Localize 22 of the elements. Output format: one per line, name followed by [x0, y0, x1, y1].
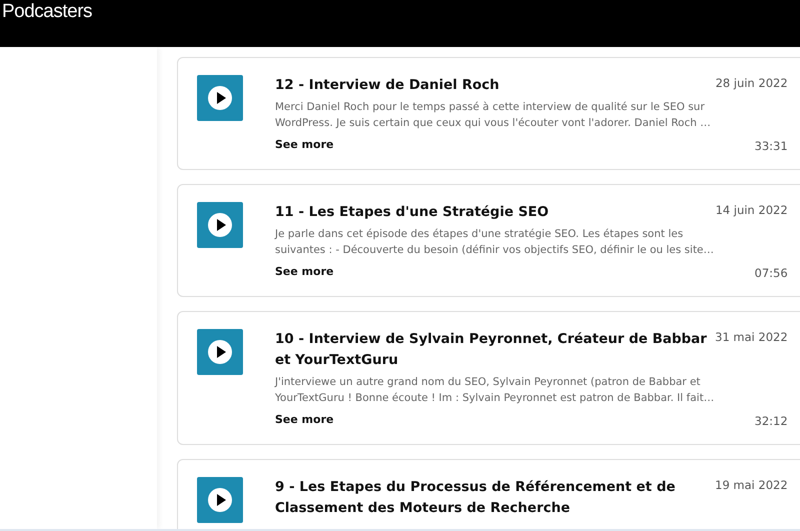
episode-date: 19 mai 2022: [715, 477, 788, 494]
play-icon[interactable]: [207, 85, 233, 111]
episode-date: 14 juin 2022: [715, 202, 788, 219]
see-more-link[interactable]: See more: [275, 137, 334, 154]
episode-title[interactable]: 12 - Interview de Daniel Roch: [275, 75, 715, 96]
episode-duration: 07:56: [754, 264, 788, 282]
episode-description: Je parle dans cet épisode des étapes d'une stratégie SEO. Les étapes sont les suivantes : - Découverte du besoin (définir vos objectifs SEO, définir le ou les site…: [275, 227, 715, 258]
episode-duration: 32:12: [754, 412, 788, 430]
episode-description: Merci Daniel Roch pour le temps passé à cette interview de qualité sur le SEO sur WordPress. Je suis certain que ceux qui vous l'écouter vont l'adorer. Daniel Roch …: [275, 100, 712, 131]
episode-title[interactable]: 9 - Les Etapes du Processus de Référencement et de Classement des Moteurs de Recherche: [275, 477, 715, 519]
episode-duration: 33:31: [754, 138, 788, 155]
episode-title[interactable]: 11 - Les Etapes d'une Stratégie SEO: [275, 202, 715, 223]
episode-description: J'interviewe un autre grand nom du SEO, Sylvain Peyronnet (patron de Babbar et YourTextGuru ! Bonne écoute ! Im : Sylvain Peyronnet est patron de Babbar. Il fait…: [275, 375, 715, 406]
see-more-link[interactable]: See more: [275, 412, 334, 428]
episode-title[interactable]: 10 - Interview de Sylvain Peyronnet, Créateur de Babbar et YourTextGuru: [275, 329, 715, 371]
episode-date: 31 mai 2022: [715, 329, 788, 346]
play-icon[interactable]: [207, 487, 233, 513]
see-more-link[interactable]: See more: [275, 264, 334, 280]
play-icon[interactable]: [207, 212, 233, 238]
play-icon[interactable]: [207, 339, 233, 365]
site-title[interactable]: Podcasters: [0, 0, 800, 24]
episode-date: 28 juin 2022: [715, 75, 788, 92]
